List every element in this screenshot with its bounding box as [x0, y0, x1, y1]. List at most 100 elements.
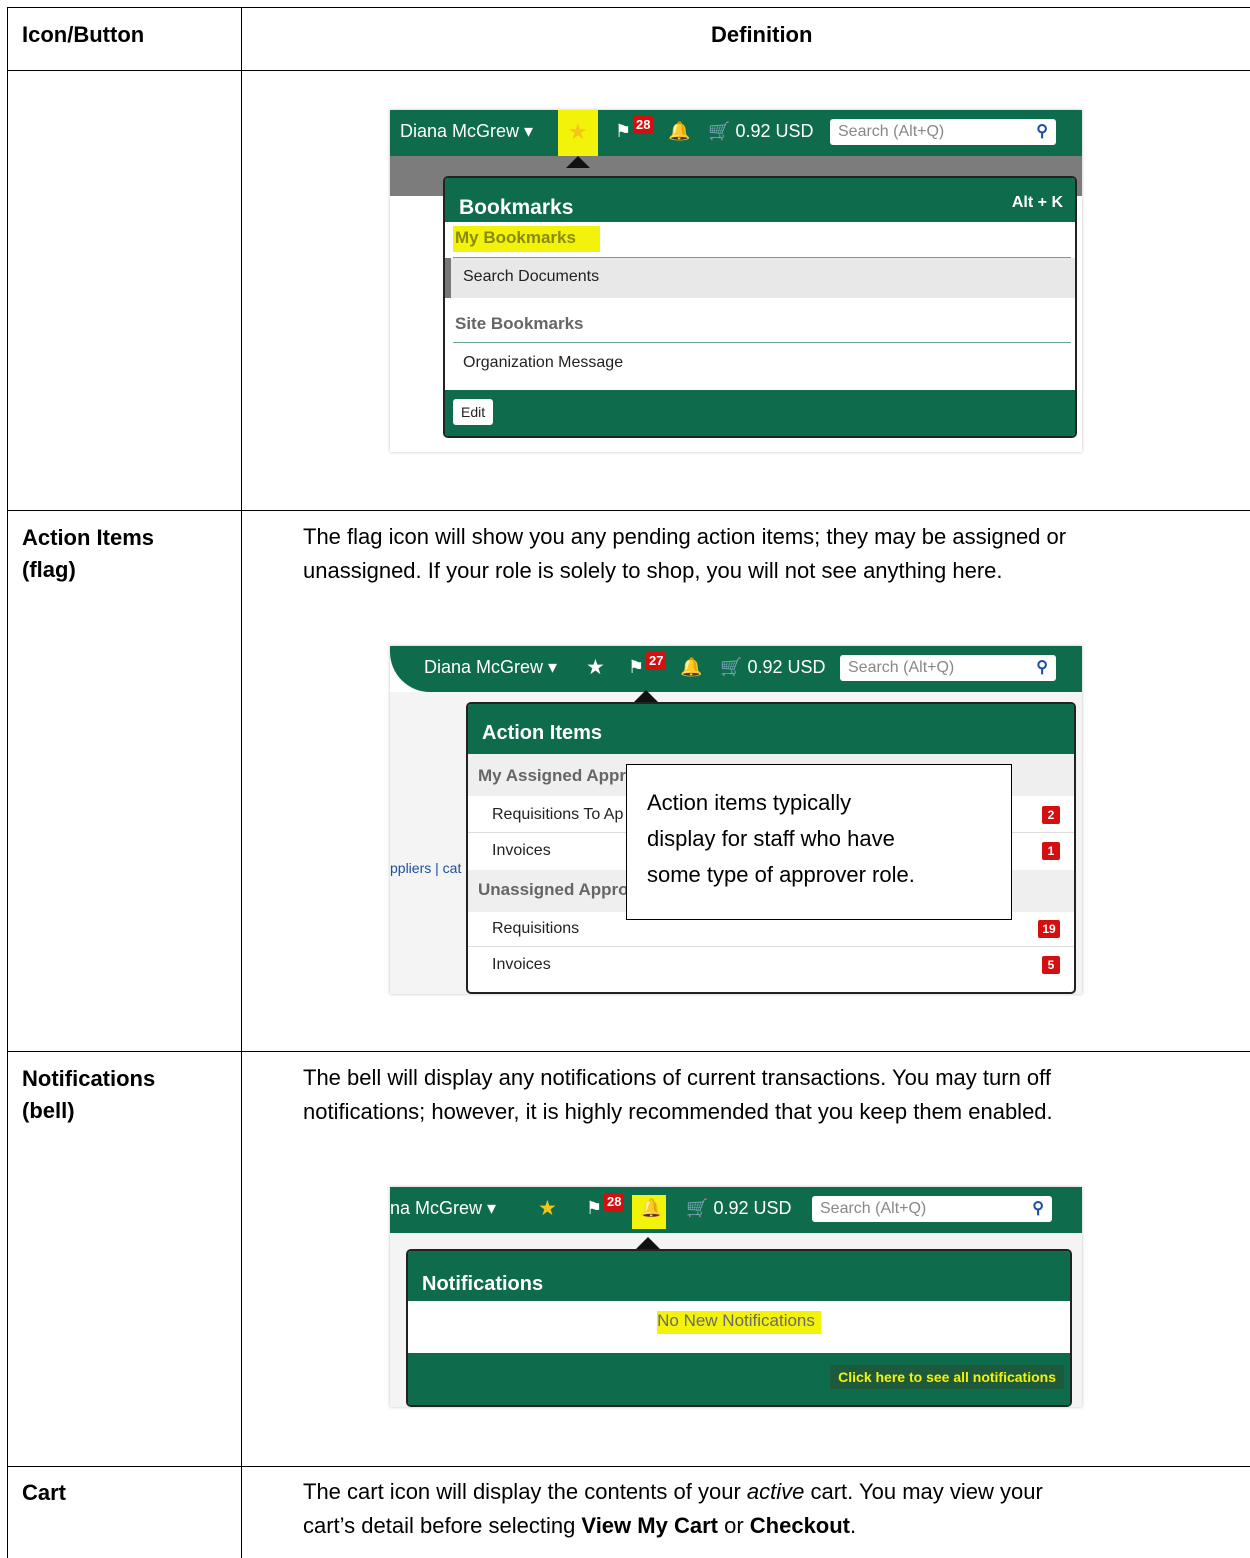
term-notifications: Notifications (bell)	[22, 1063, 155, 1127]
popup-pointer	[636, 1237, 660, 1249]
top-navigation-bar: na McGrew ▾ ★ ⚑ 28 🔔 🛒 0.92 USD Search (…	[390, 1187, 1082, 1233]
search-input[interactable]: Search (Alt+Q) ⚲	[812, 1196, 1052, 1222]
user-name: na McGrew	[390, 1198, 483, 1218]
desc-text: or	[717, 1513, 750, 1538]
edit-button[interactable]: Edit	[453, 399, 494, 425]
flag-icon[interactable]: ⚑	[586, 1198, 602, 1219]
star-glyph: ★	[568, 119, 588, 144]
bookmarks-header: Bookmarks Alt + K	[445, 178, 1075, 222]
row-divider-2	[7, 1051, 1250, 1052]
action-item-label: Requisitions To Ap	[492, 806, 624, 823]
table-border-top	[7, 7, 1250, 8]
definition-table: Icon/Button Definition Diana McGrew ▾ ★ …	[0, 0, 1250, 1558]
row-divider-3	[7, 1466, 1250, 1467]
section-divider-2	[453, 342, 1071, 343]
term-action-items: Action Items (flag)	[22, 522, 154, 586]
term-line: Action Items	[22, 525, 155, 550]
bookmarks-popup: Bookmarks Alt + K My Bookmarks Search Do…	[443, 176, 1077, 438]
top-navigation-bar: Diana McGrew ▾ ★ ⚑ 28 🔔 🛒 0.92 USD Searc…	[390, 110, 1082, 156]
no-notifications-text: No New Notifications	[657, 1311, 821, 1334]
desc-line: The flag icon will show you any pending …	[303, 524, 1067, 549]
search-input[interactable]: Search (Alt+Q) ⚲	[830, 119, 1056, 145]
cart-icon: 🛒	[708, 121, 731, 141]
table-column-divider	[241, 7, 242, 1558]
search-icon[interactable]: ⚲	[1032, 1196, 1044, 1222]
desc-emphasis: active	[746, 1479, 805, 1504]
count-badge: 2	[1042, 806, 1060, 824]
caret-down-icon: ▾	[548, 657, 558, 677]
bookmark-item-label: Search Documents	[463, 268, 600, 285]
term-line: (bell)	[22, 1098, 75, 1123]
action-item-unassigned-invoices[interactable]: Invoices 5	[468, 948, 1074, 982]
desc-text: .	[850, 1513, 857, 1538]
cart-button[interactable]: 🛒 0.92 USD	[686, 1198, 791, 1219]
action-items-badge: 28	[633, 116, 654, 134]
notifications-screenshot: na McGrew ▾ ★ ⚑ 28 🔔 🛒 0.92 USD Search (…	[390, 1187, 1082, 1407]
bookmarks-footer: Edit	[445, 390, 1075, 436]
background-link-text: ppliers | cat	[390, 860, 462, 876]
action-items-badge: 28	[604, 1193, 625, 1211]
my-assigned-section: My Assigned Appr	[478, 766, 626, 785]
see-all-notifications-link[interactable]: Click here to see all notifications	[830, 1365, 1064, 1389]
callout-box: Action items typically display for staff…	[626, 764, 1012, 920]
desc-line: The cart icon will display the contents …	[303, 1475, 1238, 1509]
desc-line: notifications; however, it is highly rec…	[303, 1099, 1053, 1124]
cart-button[interactable]: 🛒 0.92 USD	[720, 657, 825, 678]
description-cart: The cart icon will display the contents …	[303, 1475, 1238, 1543]
desc-line: unassigned. If your role is solely to sh…	[303, 558, 1003, 583]
desc-text: The cart icon will display the contents …	[303, 1479, 747, 1504]
checkout-label: Checkout	[749, 1513, 851, 1538]
search-icon[interactable]: ⚲	[1036, 119, 1048, 145]
description-action-items: The flag icon will show you any pending …	[303, 520, 1238, 588]
count-badge: 5	[1042, 956, 1060, 974]
cart-amount: 0.92 USD	[735, 121, 814, 141]
bell-icon[interactable]: 🔔	[668, 121, 690, 142]
count-badge: 19	[1038, 920, 1060, 938]
bookmark-item-search-documents[interactable]: Search Documents	[445, 258, 1075, 298]
caret-down-icon: ▾	[524, 121, 534, 141]
action-item-label: Requisitions	[492, 920, 580, 937]
bookmarks-title: Bookmarks	[459, 196, 574, 219]
user-menu[interactable]: Diana McGrew ▾	[424, 657, 557, 678]
header-definition: Definition	[711, 22, 813, 47]
bell-icon[interactable]: 🔔	[680, 657, 702, 678]
popup-pointer	[566, 156, 590, 168]
bookmark-item-organization-message[interactable]: Organization Message	[445, 344, 1071, 384]
cart-amount: 0.92 USD	[747, 657, 826, 677]
desc-text: cart’s detail before selecting	[303, 1513, 582, 1538]
star-icon[interactable]: ★	[538, 1196, 557, 1221]
search-icon[interactable]: ⚲	[1036, 655, 1048, 681]
callout-line: Action items typically	[647, 790, 852, 815]
desc-line: The bell will display any notifications …	[303, 1065, 1051, 1090]
desc-line: cart’s detail before selecting View My C…	[303, 1509, 1238, 1543]
action-items-title: Action Items	[482, 722, 603, 744]
table-border-left	[7, 7, 8, 1558]
cart-button[interactable]: 🛒 0.92 USD	[708, 121, 813, 142]
search-input[interactable]: Search (Alt+Q) ⚲	[840, 655, 1056, 681]
search-placeholder: Search (Alt+Q)	[820, 1200, 927, 1217]
cart-icon: 🛒	[686, 1198, 709, 1218]
action-items-screenshot: Diana McGrew ▾ ★ ⚑ 27 🔔 🛒 0.92 USD Searc…	[390, 646, 1082, 994]
star-icon[interactable]: ★	[586, 655, 605, 680]
header-term: Icon/Button	[22, 22, 145, 47]
count-badge: 1	[1042, 842, 1060, 860]
action-items-header: Action Items	[468, 704, 1074, 754]
user-menu[interactable]: na McGrew ▾	[390, 1198, 496, 1219]
view-my-cart-label: View My Cart	[581, 1513, 718, 1538]
bookmarks-shortcut: Alt + K	[1011, 194, 1063, 211]
top-navigation-bar: Diana McGrew ▾ ★ ⚑ 27 🔔 🛒 0.92 USD Searc…	[390, 646, 1082, 692]
action-item-label: Invoices	[492, 842, 551, 859]
action-item-label: Invoices	[492, 956, 551, 973]
flag-icon[interactable]: ⚑	[628, 657, 644, 678]
notifications-header: Notifications	[408, 1251, 1070, 1301]
user-menu[interactable]: Diana McGrew ▾	[400, 121, 533, 142]
site-bookmarks-section: Site Bookmarks	[455, 314, 584, 333]
notifications-footer: Click here to see all notifications	[408, 1353, 1070, 1405]
flag-icon[interactable]: ⚑	[615, 121, 631, 142]
notifications-popup: Notifications No New Notifications Click…	[406, 1249, 1072, 1407]
search-placeholder: Search (Alt+Q)	[838, 123, 945, 140]
search-placeholder: Search (Alt+Q)	[848, 659, 955, 676]
bell-icon[interactable]: 🔔	[640, 1198, 662, 1219]
cart-amount: 0.92 USD	[713, 1198, 792, 1218]
table-header-divider	[7, 70, 1250, 71]
